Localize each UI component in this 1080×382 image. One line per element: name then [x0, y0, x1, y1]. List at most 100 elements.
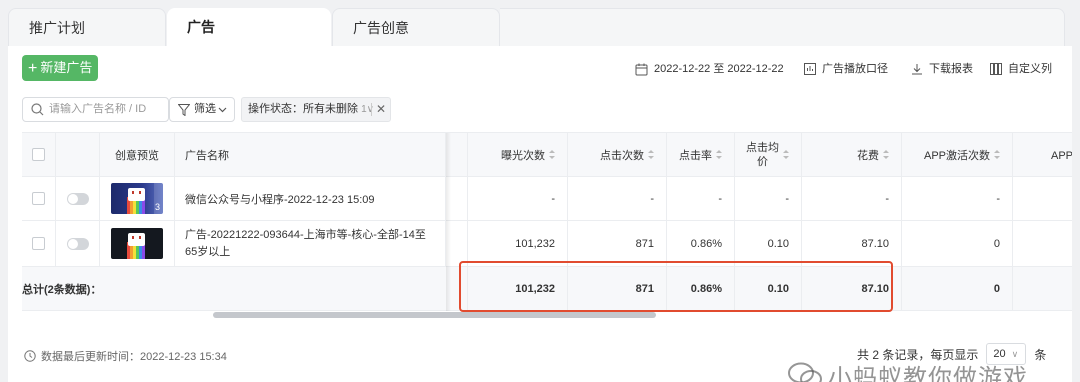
cpc-header-line1: 点击均 [746, 141, 779, 154]
tab-creative[interactable]: 广告创意 [332, 8, 500, 46]
search-input[interactable] [49, 103, 168, 115]
download-report-button[interactable]: 下载报表 [911, 61, 973, 77]
download-icon [912, 64, 922, 75]
ad-name-cell[interactable]: 广告-20221222-093644-上海市等-核心-全部-14至 65岁以上 [175, 221, 446, 266]
preview-cell [100, 221, 175, 266]
select-all-cell [22, 133, 56, 176]
filter-label: 筛选 [194, 103, 216, 115]
cost-cell: 87.10 [802, 221, 902, 266]
search-input-wrap[interactable] [22, 97, 169, 122]
tab-ads[interactable]: 广告 [167, 8, 331, 46]
cost-header[interactable]: 花费 [802, 133, 902, 176]
total-label: 总计(2条数据)： [22, 283, 102, 296]
clicks-cell: 871 [568, 221, 667, 266]
clicks-header[interactable]: 点击次数 [568, 133, 667, 176]
status-filter-tag[interactable]: 操作状态：所有未删除 1∨ ✕ [241, 97, 391, 122]
row-select-cell [22, 221, 56, 266]
cpc-header-line2: 价 [757, 155, 768, 168]
ad-status-toggle[interactable] [66, 192, 89, 205]
ad-name-line1: 广告-20221222-093644-上海市等-核心-全部-14至 [185, 228, 426, 241]
switch-header-cell [56, 133, 100, 176]
row-switch-cell [56, 177, 100, 220]
tab-bar: 推广计划 广告 广告创意 [0, 0, 1080, 46]
row-checkbox[interactable] [32, 192, 45, 205]
clock-icon [24, 350, 36, 362]
row-checkbox[interactable] [32, 237, 45, 250]
page-size-unit: 条 [1034, 347, 1047, 362]
scrollbar-thumb[interactable] [213, 312, 656, 318]
records-text: 共 2 条记录，每页显示 [857, 347, 979, 362]
date-range-text: 2022-12-22 至 2022-12-22 [654, 63, 784, 75]
clicks-header-label: 点击次数 [600, 149, 644, 162]
sort-icon[interactable] [783, 150, 789, 159]
status-filter-text: 操作状态：所有未删除 [248, 103, 358, 115]
clicks-cell: - [568, 177, 667, 220]
custom-columns-label: 自定义列 [1008, 63, 1052, 75]
app-more-header: APP点 [1051, 149, 1072, 162]
horizontal-scrollbar[interactable] [22, 312, 1072, 320]
total-app-more [1013, 267, 1072, 310]
chevron-down-icon [218, 107, 227, 113]
creative-count: 3 [154, 202, 160, 212]
sort-icon[interactable] [994, 150, 1000, 159]
status-filter-count: 1∨ [361, 104, 374, 115]
close-icon[interactable]: ✕ [376, 98, 386, 121]
sort-icon[interactable] [648, 150, 654, 159]
preview-cell: 3 [100, 177, 175, 220]
report-caliber-button[interactable]: 广告播放口径 [804, 61, 888, 77]
highlight-annotation [459, 261, 893, 312]
page-size-value: 20 [993, 348, 1006, 360]
cat-graphic [128, 233, 145, 246]
select-all-checkbox[interactable] [32, 148, 45, 161]
creative-thumbnail[interactable]: 3 [111, 183, 163, 214]
cpc-header[interactable]: 点击均价 [735, 133, 802, 176]
cost-header-label: 花费 [857, 149, 879, 162]
app-activations-cell: - [902, 177, 1013, 220]
sort-icon[interactable] [883, 150, 889, 159]
last-updated-text: 数据最后更新时间：2022-12-23 15:34 [41, 351, 227, 363]
divider [371, 103, 372, 116]
tab-bar-filler [500, 8, 1065, 46]
new-ad-button[interactable]: + 新建广告 [22, 55, 98, 81]
sort-icon[interactable] [549, 150, 555, 159]
ctr-cell: - [667, 177, 735, 220]
cpc-cell: - [735, 177, 802, 220]
app-more-cell [1013, 221, 1072, 266]
filter-button[interactable]: 筛选 [169, 97, 235, 122]
filter-icon [178, 104, 190, 116]
ctr-cell: 0.86% [667, 221, 735, 266]
sort-icon[interactable] [716, 150, 722, 159]
app-activations-header[interactable]: APP激活次数 [902, 133, 1013, 176]
ad-name-cell[interactable]: 微信公众号与小程序-2022-12-23 15:09 [175, 177, 446, 220]
impressions-cell: - [468, 177, 568, 220]
ad-name-text: 广告-20221222-093644-上海市等-核心-全部-14至 65岁以上 [185, 227, 426, 261]
new-ad-label: 新建广告 [40, 60, 93, 75]
row-select-cell [22, 177, 56, 220]
custom-columns-button[interactable]: 自定义列 [990, 61, 1052, 77]
impressions-cell: 101,232 [468, 221, 568, 266]
chevron-down-icon: ∨ [1011, 348, 1019, 359]
app-activations-header-label: APP激活次数 [923, 149, 990, 162]
ctr-header[interactable]: 点击率 [667, 133, 735, 176]
date-range-picker[interactable]: 2022-12-22 至 2022-12-22 [635, 61, 784, 77]
last-updated: 数据最后更新时间：2022-12-23 15:34 [24, 348, 227, 364]
impressions-header[interactable]: 曝光次数 [468, 133, 568, 176]
table-header-row: 创意预览 广告名称 曝光次数 点击次数 点击率 点击均价 花费 APP激活次数 … [22, 133, 1072, 177]
wechat-icon [788, 362, 822, 382]
ad-status-toggle[interactable] [66, 237, 89, 250]
impressions-header-label: 曝光次数 [501, 149, 545, 162]
table-row[interactable]: 3 微信公众号与小程序-2022-12-23 15:09 - - - - - - [22, 177, 1072, 221]
page-size-select[interactable]: 20 ∨ [986, 343, 1027, 365]
preview-header: 创意预览 [100, 133, 175, 176]
cost-cell: - [802, 177, 902, 220]
row-switch-cell [56, 221, 100, 266]
name-header: 广告名称 [175, 133, 446, 176]
chart-icon [804, 63, 816, 75]
total-app-activations: 0 [902, 267, 1013, 310]
calendar-icon [635, 63, 648, 75]
app-more-cell [1013, 177, 1072, 220]
main-panel: + 新建广告 2022-12-22 至 2022-12-22 广告播放口径 下载报… [8, 46, 1072, 382]
creative-thumbnail[interactable] [111, 228, 163, 259]
tab-campaign[interactable]: 推广计划 [8, 8, 166, 46]
plus-icon: + [28, 60, 38, 77]
